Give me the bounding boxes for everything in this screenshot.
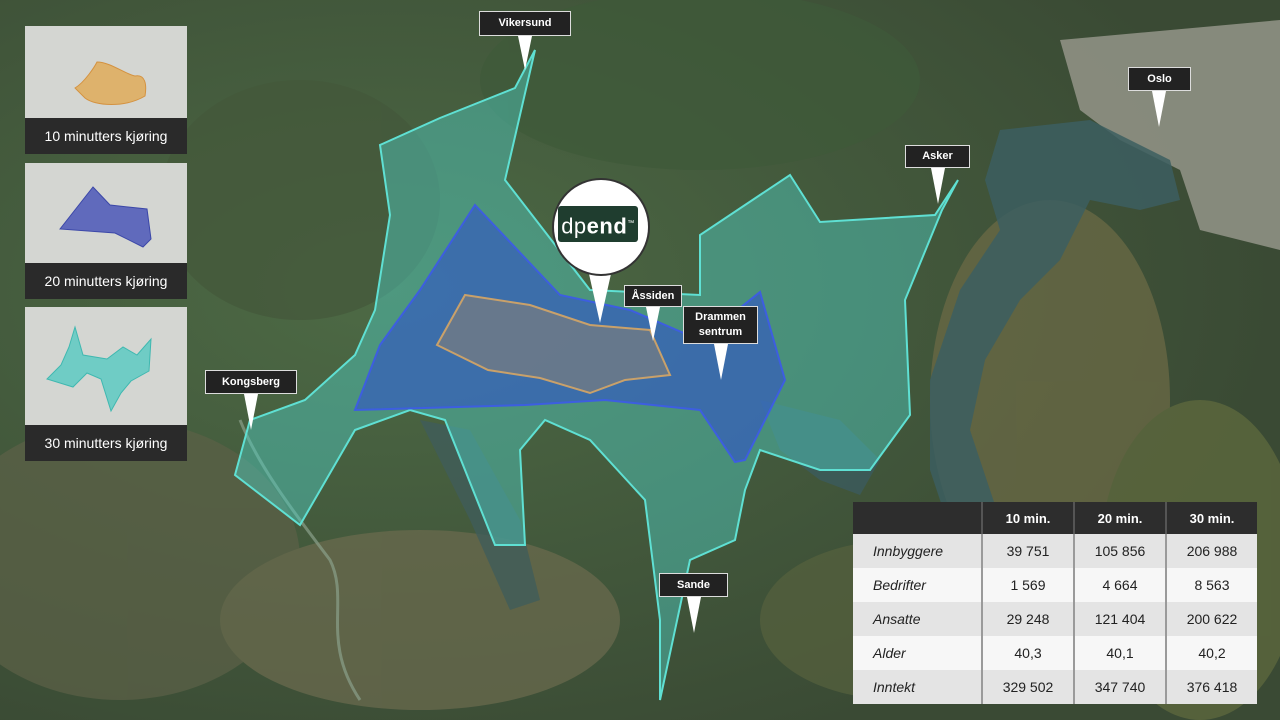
place-label: Kongsberg (205, 370, 297, 394)
row-label: Innbyggere (853, 534, 983, 568)
logo-trademark: ™ (627, 220, 635, 227)
place-label: Drammen sentrum (683, 306, 758, 344)
place-pin (518, 36, 532, 70)
row-label: Alder (853, 636, 983, 670)
table-row: Alder 40,3 40,1 40,2 (853, 636, 1257, 670)
table-row: Innbyggere 39 751 105 856 206 988 (853, 534, 1257, 568)
legend-label: 10 minutters kjøring (25, 118, 187, 154)
table-header-corner (853, 502, 983, 534)
legend-label: 20 minutters kjøring (25, 263, 187, 299)
table-row: Inntekt 329 502 347 740 376 418 (853, 670, 1257, 704)
table-cell: 376 418 (1166, 670, 1257, 704)
table-row: Ansatte 29 248 121 404 200 622 (853, 602, 1257, 636)
table-cell: 40,1 (1074, 636, 1167, 670)
place-label-line-2: sentrum (698, 326, 743, 338)
place-pin (244, 394, 258, 430)
legend-shape-10-min (74, 61, 147, 105)
place-label-line-1: Drammen (695, 311, 746, 323)
legend-label: 30 minutters kjøring (25, 425, 187, 461)
table-cell: 347 740 (1074, 670, 1167, 704)
dpend-logo: dpend™ (558, 206, 638, 242)
legend-shape-20-min (59, 186, 152, 248)
table-cell: 4 664 (1074, 568, 1167, 602)
table-header-30-min: 30 min. (1166, 502, 1257, 534)
legend-thumb (25, 163, 187, 263)
place-label: Asker (905, 145, 970, 168)
place-pin (687, 597, 701, 633)
place-pin (931, 168, 945, 204)
legend-20-min: 20 minutters kjøring (25, 163, 187, 299)
table-cell: 105 856 (1074, 534, 1167, 568)
table-cell: 121 404 (1074, 602, 1167, 636)
place-pin (646, 307, 660, 341)
legend-thumb (25, 307, 187, 425)
drive-time-stats-table: 10 min. 20 min. 30 min. Innbyggere 39 75… (853, 502, 1257, 704)
table-cell: 1 569 (982, 568, 1075, 602)
logo-text-bold: end (586, 213, 628, 239)
table-header-10-min: 10 min. (982, 502, 1075, 534)
table-row: Bedrifter 1 569 4 664 8 563 (853, 568, 1257, 602)
legend-thumb (25, 26, 187, 118)
legend-30-min: 30 minutters kjøring (25, 307, 187, 461)
row-label: Bedrifter (853, 568, 983, 602)
place-label: Vikersund (479, 11, 571, 36)
place-label: Sande (659, 573, 728, 597)
table-header-20-min: 20 min. (1074, 502, 1167, 534)
table-cell: 29 248 (982, 602, 1075, 636)
legend-10-min: 10 minutters kjøring (25, 26, 187, 154)
table-cell: 40,2 (1166, 636, 1257, 670)
table-cell: 8 563 (1166, 568, 1257, 602)
legend-shape-30-min (46, 325, 152, 413)
row-label: Ansatte (853, 602, 983, 636)
place-pin (1152, 91, 1166, 127)
table-cell: 329 502 (982, 670, 1075, 704)
place-label: Oslo (1128, 67, 1191, 91)
table-header-row: 10 min. 20 min. 30 min. (853, 502, 1257, 534)
table-cell: 40,3 (982, 636, 1075, 670)
logo-text-light: dp (561, 213, 587, 239)
table-cell: 39 751 (982, 534, 1075, 568)
place-label: Åssiden (624, 285, 682, 307)
table-cell: 206 988 (1166, 534, 1257, 568)
table-cell: 200 622 (1166, 602, 1257, 636)
place-pin (714, 344, 728, 380)
row-label: Inntekt (853, 670, 983, 704)
